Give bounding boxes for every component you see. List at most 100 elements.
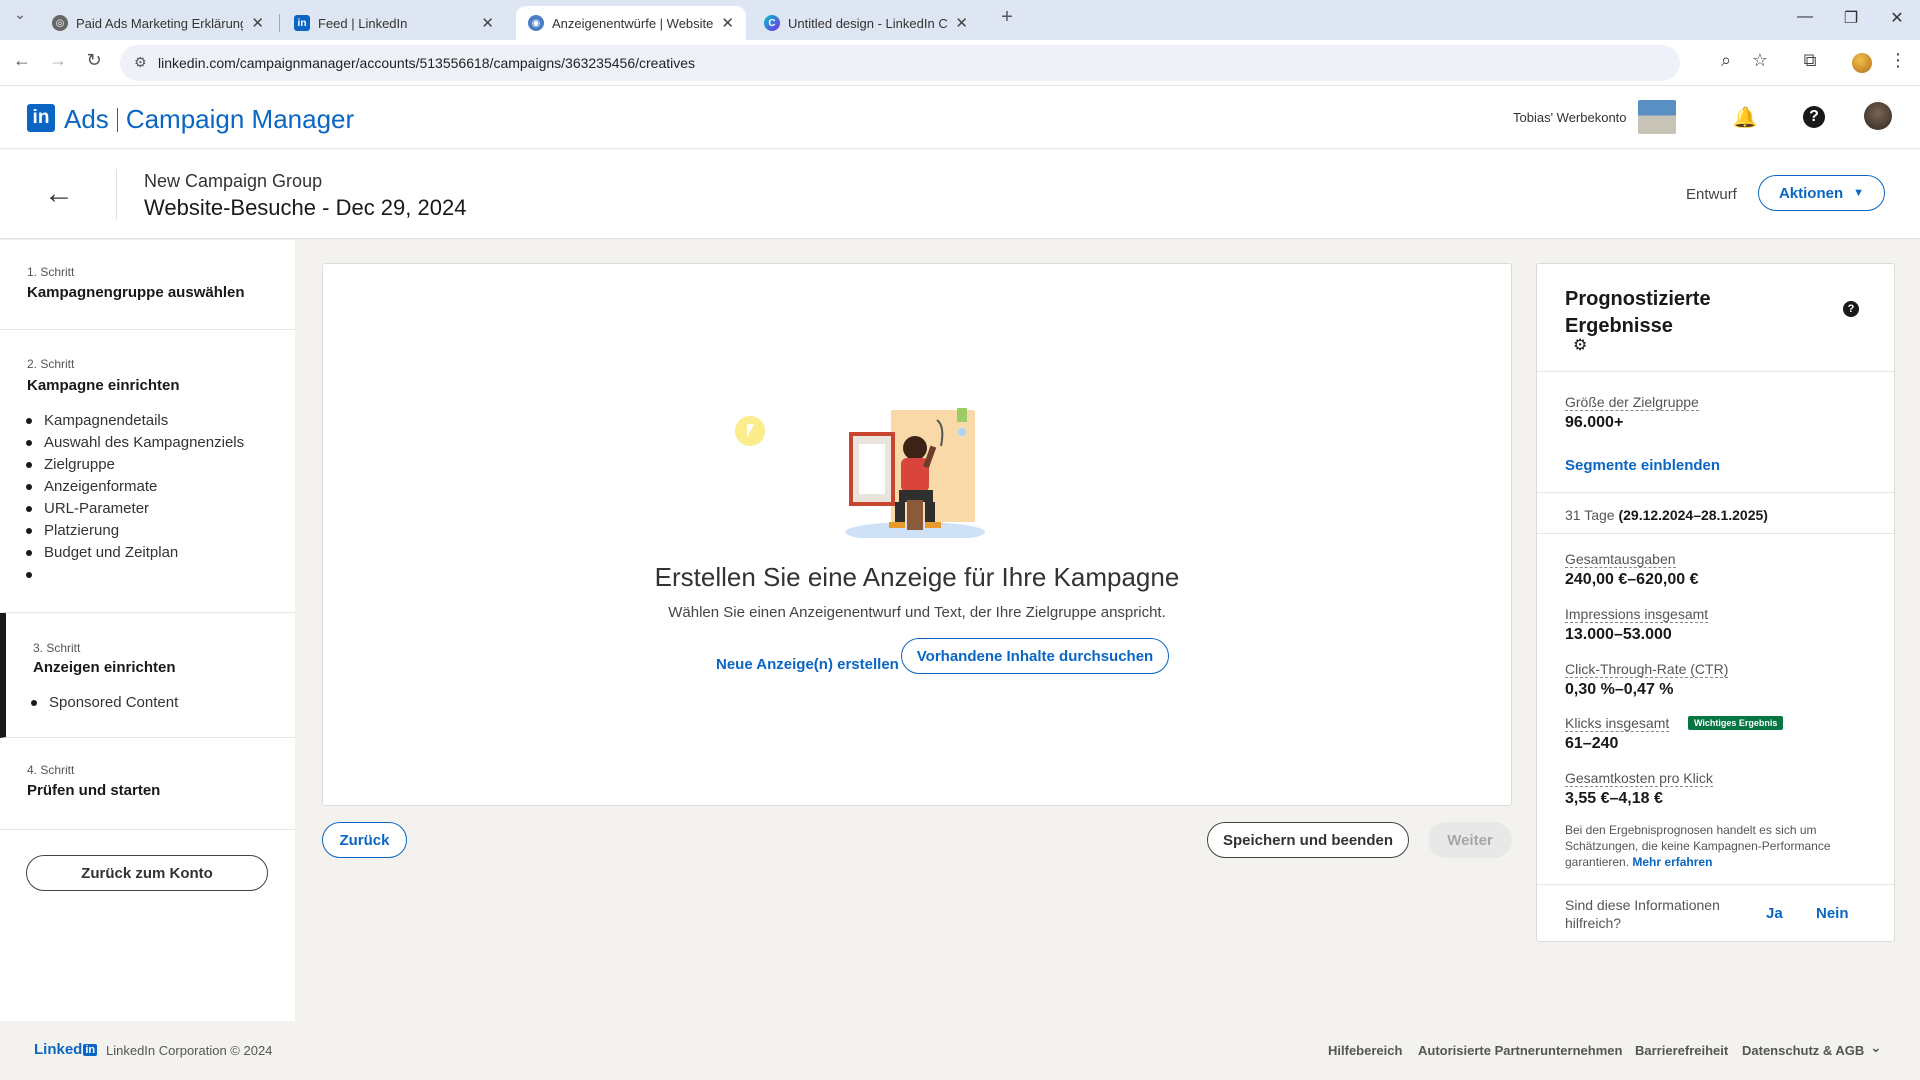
cost-per-click-label[interactable]: Gesamtkosten pro Klick bbox=[1565, 770, 1713, 787]
footer-brand: Linked bbox=[34, 1041, 83, 1058]
step-1[interactable]: 1. Schritt Kampagnengruppe auswählen bbox=[0, 240, 295, 330]
back-button[interactable]: Zurück bbox=[322, 822, 407, 858]
browser-profile-avatar[interactable] bbox=[1852, 53, 1872, 73]
account-name[interactable]: Tobias' Werbekonto bbox=[1513, 110, 1627, 125]
list-item[interactable]: Kampagnendetails bbox=[26, 410, 244, 432]
restore-icon[interactable]: ❐ bbox=[1828, 8, 1874, 28]
list-item[interactable] bbox=[26, 564, 244, 586]
close-icon[interactable]: ✕ bbox=[955, 14, 968, 32]
card-title: Erstellen Sie eine Anzeige für Ihre Kamp… bbox=[654, 562, 1180, 592]
helpful-no-button[interactable]: Nein bbox=[1816, 905, 1849, 922]
browser-tab-bar: ⌄ ◎ Paid Ads Marketing Erklärung ✕ in Fe… bbox=[0, 0, 1920, 40]
list-item[interactable]: Zielgruppe bbox=[26, 454, 244, 476]
app-header: in Ads Campaign Manager Tobias' Werbekon… bbox=[0, 86, 1920, 149]
chevron-down-icon[interactable]: ⌄ bbox=[1870, 1039, 1882, 1056]
cost-per-click-value: 3,55 €–4,18 € bbox=[1565, 790, 1663, 807]
footer-link-privacy[interactable]: Datenschutz & AGB bbox=[1742, 1043, 1864, 1058]
mouse-cursor bbox=[735, 416, 765, 446]
account-image[interactable] bbox=[1638, 100, 1676, 134]
divider bbox=[1537, 533, 1894, 534]
list-item[interactable]: Platzierung bbox=[26, 520, 244, 542]
tab-search-icon[interactable]: ⌄ bbox=[6, 6, 34, 23]
footer-link-help[interactable]: Hilfebereich bbox=[1328, 1043, 1402, 1058]
list-item[interactable]: Auswahl des Kampagnenziels bbox=[26, 432, 244, 454]
learn-more-link[interactable]: Mehr erfahren bbox=[1632, 855, 1712, 869]
create-new-ad-button[interactable]: Neue Anzeige(n) erstellen bbox=[702, 646, 913, 682]
create-ad-illustration bbox=[845, 408, 985, 538]
step-3[interactable]: 3. Schritt Anzeigen einrichten Sponsored… bbox=[0, 613, 295, 738]
footer-linkedin-logo: Linked in bbox=[34, 1041, 98, 1058]
back-arrow-icon[interactable]: ← bbox=[44, 177, 74, 211]
tab-creatives[interactable]: ◉ Anzeigenentwürfe | Website-Be ✕ bbox=[516, 6, 746, 40]
linkedin-logo[interactable]: in bbox=[27, 104, 55, 132]
footer: Linked in LinkedIn Corporation © 2024 Hi… bbox=[0, 1021, 1920, 1080]
clicks-label[interactable]: Klicks insgesamt bbox=[1565, 715, 1670, 732]
caret-down-icon: ▼ bbox=[1853, 187, 1865, 199]
create-ad-card: Erstellen Sie eine Anzeige für Ihre Kamp… bbox=[322, 263, 1512, 806]
copyright: LinkedIn Corporation © 2024 bbox=[106, 1043, 273, 1058]
site-settings-icon[interactable]: ⚙ bbox=[134, 54, 147, 71]
bookmark-star-icon[interactable]: ☆ bbox=[1746, 50, 1774, 71]
globe-icon: ◎ bbox=[52, 15, 68, 31]
list-item[interactable]: Sponsored Content bbox=[31, 692, 178, 714]
reload-icon[interactable]: ↻ bbox=[80, 50, 108, 71]
browse-existing-content-button[interactable]: Vorhandene Inhalte durchsuchen bbox=[901, 638, 1169, 674]
close-icon[interactable]: ✕ bbox=[721, 14, 734, 32]
new-tab-icon[interactable]: + bbox=[993, 6, 1021, 29]
menu-dots-icon[interactable]: ⋮ bbox=[1884, 50, 1912, 71]
save-and-exit-button[interactable]: Speichern und beenden bbox=[1207, 822, 1409, 858]
audience-size-label[interactable]: Größe der Zielgruppe bbox=[1565, 394, 1699, 411]
list-item[interactable]: Anzeigenformate bbox=[26, 476, 244, 498]
list-item[interactable]: URL-Parameter bbox=[26, 498, 244, 520]
avatar[interactable] bbox=[1864, 102, 1892, 130]
next-button[interactable]: Weiter bbox=[1428, 822, 1512, 858]
footer-brand-in: in bbox=[83, 1043, 98, 1056]
step-4[interactable]: 4. Schritt Prüfen und starten bbox=[0, 738, 295, 830]
actions-label: Aktionen bbox=[1778, 184, 1844, 202]
ctr-label[interactable]: Click-Through-Rate (CTR) bbox=[1565, 661, 1729, 678]
gear-icon[interactable]: ⚙ bbox=[1573, 335, 1587, 355]
audience-size-value: 96.000+ bbox=[1565, 414, 1624, 431]
step-label: 2. Schritt bbox=[27, 357, 75, 371]
extensions-icon[interactable]: ⧉ bbox=[1796, 50, 1824, 71]
url-field[interactable]: ⚙ linkedin.com/campaignmanager/accounts/… bbox=[120, 45, 1680, 81]
step-label: 1. Schritt bbox=[27, 265, 75, 279]
app-title[interactable]: Ads Campaign Manager bbox=[64, 104, 354, 135]
period-range: (29.12.2024–28.1.2025) bbox=[1618, 507, 1768, 523]
tab-title: Paid Ads Marketing Erklärung bbox=[76, 15, 244, 31]
help-icon[interactable]: ? bbox=[1843, 301, 1859, 317]
tab-title: Anzeigenentwürfe | Website-Be bbox=[552, 15, 714, 31]
ctr-value: 0,30 %–0,47 % bbox=[1565, 681, 1674, 698]
card-subtitle: Wählen Sie einen Anzeigenentwurf und Tex… bbox=[668, 604, 1166, 621]
linkedin-icon: in bbox=[294, 15, 310, 31]
back-to-account-button[interactable]: Zurück zum Konto bbox=[26, 855, 268, 891]
campaign-manager-icon: ◉ bbox=[528, 15, 544, 31]
tab-paid-ads[interactable]: ◎ Paid Ads Marketing Erklärung ✕ bbox=[40, 6, 276, 40]
step-title: Anzeigen einrichten bbox=[33, 659, 176, 676]
actions-button[interactable]: Aktionen ▼ bbox=[1758, 175, 1885, 211]
forward-icon[interactable]: → bbox=[44, 50, 72, 71]
list-item[interactable]: Budget und Zeitplan bbox=[26, 542, 244, 564]
window-close-icon[interactable]: ✕ bbox=[1874, 8, 1920, 28]
back-icon[interactable]: ← bbox=[8, 50, 36, 71]
close-icon[interactable]: ✕ bbox=[481, 14, 494, 32]
helpful-question: Sind diese Informationen hilfreich? bbox=[1565, 897, 1720, 931]
help-icon[interactable]: ? bbox=[1803, 106, 1825, 128]
show-segments-link[interactable]: Segmente einblenden bbox=[1565, 457, 1720, 474]
close-icon[interactable]: ✕ bbox=[251, 14, 264, 32]
helpful-yes-button[interactable]: Ja bbox=[1766, 905, 1783, 922]
minimize-icon[interactable]: — bbox=[1782, 8, 1828, 26]
footer-link-accessibility[interactable]: Barrierefreiheit bbox=[1635, 1043, 1728, 1058]
tab-feed-linkedin[interactable]: in Feed | LinkedIn ✕ bbox=[282, 6, 506, 40]
forecast-panel: Prognostizierte Ergebnisse ⚙ ? Größe der… bbox=[1536, 263, 1895, 942]
step-title: Kampagnengruppe auswählen bbox=[27, 284, 245, 301]
impressions-label[interactable]: Impressions insgesamt bbox=[1565, 606, 1709, 623]
step-2[interactable]: 2. Schritt Kampagne einrichten Kampagnen… bbox=[0, 330, 295, 613]
tab-canva[interactable]: C Untitled design - LinkedIn Caro ✕ bbox=[752, 6, 980, 40]
footer-link-partners[interactable]: Autorisierte Partnerunternehmen bbox=[1418, 1043, 1622, 1058]
total-spend-label[interactable]: Gesamtausgaben bbox=[1565, 551, 1676, 568]
zoom-icon[interactable]: ⌕ bbox=[1712, 50, 1740, 71]
divider bbox=[1537, 884, 1894, 885]
divider bbox=[1537, 492, 1894, 493]
bell-icon[interactable]: 🔔 bbox=[1732, 104, 1758, 130]
